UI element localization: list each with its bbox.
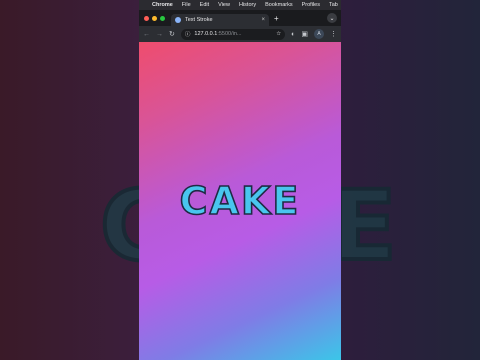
extensions-puzzle-icon[interactable]: ▣	[301, 30, 308, 38]
address-bar[interactable]: ⓘ 127.0.0.1:5500/in... ☆	[180, 28, 286, 40]
maximize-window-button[interactable]	[160, 15, 165, 21]
url-host: 127.0.0.1	[194, 31, 218, 37]
forward-button[interactable]: →	[156, 31, 163, 38]
extension-icon[interactable]: ◐	[291, 31, 295, 38]
window-controls	[144, 15, 165, 21]
cake-headline: CAKE	[179, 179, 301, 223]
menu-tab[interactable]: Tab	[329, 2, 338, 8]
menu-bookmarks[interactable]: Bookmarks	[265, 2, 293, 8]
tab-strip: Text Stroke × + ⌄	[139, 10, 341, 26]
minimize-window-button[interactable]	[152, 15, 157, 21]
page-viewport: CAKE	[139, 42, 341, 360]
globe-icon	[175, 17, 181, 23]
reload-button[interactable]: ↻	[169, 30, 175, 38]
menu-app-name[interactable]: Chrome	[152, 2, 173, 8]
menu-edit[interactable]: Edit	[200, 2, 209, 8]
back-button[interactable]: ←	[143, 31, 150, 38]
browser-toolbar: ← → ↻ ⓘ 127.0.0.1:5500/in... ☆ ◐ ▣ A ⋮	[139, 26, 341, 42]
close-tab-icon[interactable]: ×	[261, 17, 265, 23]
close-window-button[interactable]	[144, 15, 149, 21]
menu-file[interactable]: File	[182, 2, 191, 8]
url-path: :5500/in...	[217, 31, 242, 37]
bookmark-star-icon[interactable]: ☆	[276, 31, 281, 37]
more-menu-icon[interactable]: ⋮	[330, 30, 337, 38]
site-info-icon[interactable]: ⓘ	[185, 30, 191, 38]
tab-title: Text Stroke	[185, 17, 213, 23]
tab-search-button[interactable]: ⌄	[327, 13, 337, 23]
menu-view[interactable]: View	[218, 2, 230, 8]
tab-text-stroke[interactable]: Text Stroke ×	[171, 14, 269, 26]
mac-menubar: Chrome File Edit View History Bookmarks …	[139, 0, 341, 10]
new-tab-button[interactable]: +	[274, 14, 279, 23]
profile-avatar[interactable]: A	[314, 29, 324, 39]
menu-history[interactable]: History	[239, 2, 256, 8]
browser-window: Chrome File Edit View History Bookmarks …	[139, 0, 341, 360]
menu-profiles[interactable]: Profiles	[302, 2, 320, 8]
